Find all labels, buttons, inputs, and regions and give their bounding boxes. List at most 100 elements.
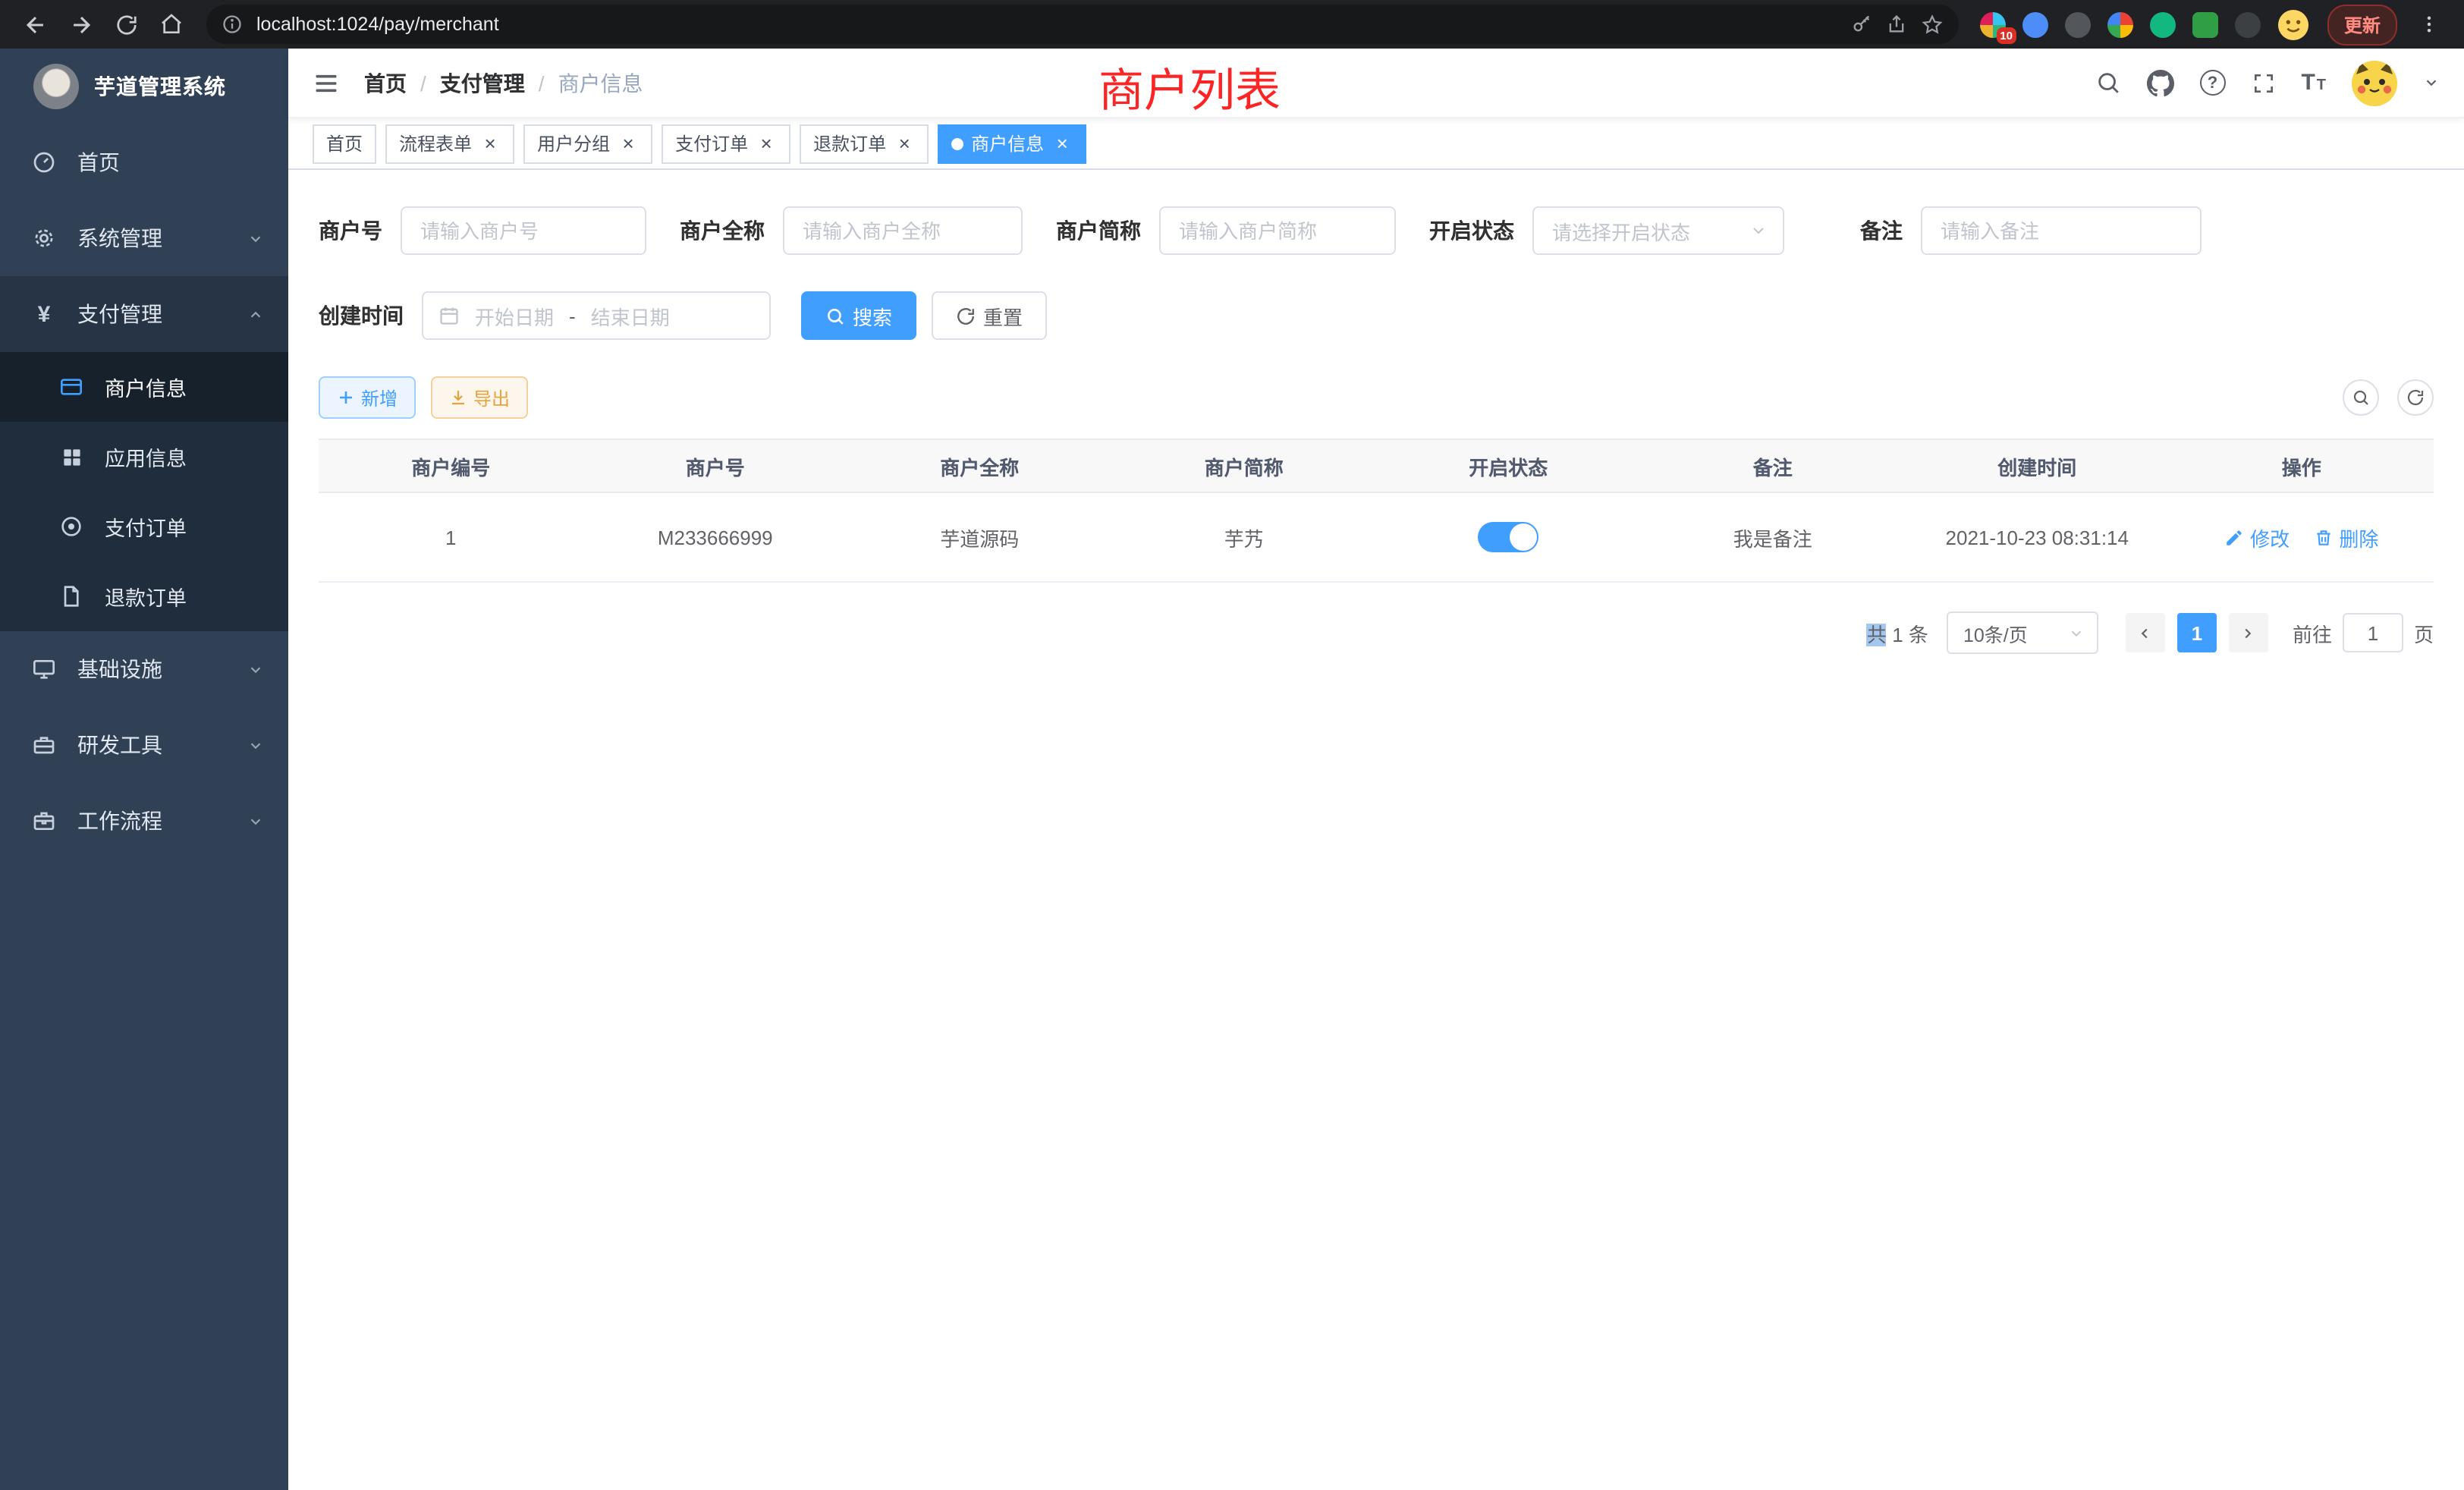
tab-label: 首页 <box>326 130 363 156</box>
address-bar[interactable]: localhost:1024/pay/merchant <box>206 5 1959 44</box>
total-prefix: 共 <box>1867 623 1887 646</box>
hamburger-icon[interactable] <box>313 69 340 96</box>
share-icon[interactable] <box>1886 14 1907 35</box>
pencil-icon <box>2224 527 2244 547</box>
sidebar-item-home[interactable]: 首页 <box>0 124 288 200</box>
toggle-search-button[interactable] <box>2343 379 2379 416</box>
sidebar-item-payment[interactable]: ¥ 支付管理 <box>0 276 288 352</box>
filter-create-time: 创建时间 开始日期 - 结束日期 <box>319 291 771 340</box>
dashboard-icon <box>30 150 58 174</box>
filter-status: 开启状态 请选择开启状态 <box>1429 206 1784 255</box>
tab-payment-order[interactable]: 支付订单 × <box>662 124 790 163</box>
sidebar-item-merchant-info[interactable]: 商户信息 <box>0 352 288 422</box>
short-name-input[interactable] <box>1159 206 1396 255</box>
password-key-icon[interactable] <box>1851 14 1872 35</box>
delete-button[interactable]: 删除 <box>2313 523 2378 552</box>
refresh-table-button[interactable] <box>2397 379 2434 416</box>
remark-input[interactable] <box>1921 206 2202 255</box>
close-icon[interactable]: × <box>894 133 915 154</box>
arrow-left-icon <box>22 11 48 37</box>
extension-icon-slack[interactable]: 10 <box>1980 11 2006 37</box>
sidebar-item-dev-tools[interactable]: 研发工具 <box>0 707 288 783</box>
goto-unit: 页 <box>2414 618 2434 647</box>
tab-home[interactable]: 首页 <box>313 124 376 163</box>
full-name-input[interactable] <box>783 206 1023 255</box>
search-button[interactable]: 搜索 <box>801 291 916 340</box>
create-time-range-picker[interactable]: 开始日期 - 结束日期 <box>422 291 771 340</box>
page-annotation: 商户列表 <box>1098 53 1281 120</box>
github-icon[interactable] <box>2146 69 2173 96</box>
browser-update-button[interactable]: 更新 <box>2327 4 2397 45</box>
browser-forward-button[interactable] <box>61 5 100 44</box>
filter-row-2: 创建时间 开始日期 - 结束日期 搜索 <box>319 291 2434 340</box>
reset-button[interactable]: 重置 <box>932 291 1047 340</box>
menu-label: 研发工具 <box>77 730 235 760</box>
filter-row-1: 商户号 商户全称 商户简称 开启状态 请选择开启状态 <box>319 206 2434 255</box>
cell-actions: 修改 删除 <box>2170 492 2434 582</box>
site-info-icon[interactable] <box>222 14 243 35</box>
sidebar-item-infrastructure[interactable]: 基础设施 <box>0 631 288 707</box>
tab-merchant-info[interactable]: 商户信息 × <box>938 124 1086 163</box>
menu-label: 退款订单 <box>105 581 264 611</box>
goto-page-input[interactable] <box>2343 613 2403 652</box>
sidebar: 芋道管理系统 首页 系统管理 <box>0 49 288 1490</box>
tab-refund-order[interactable]: 退款订单 × <box>800 124 929 163</box>
browser-back-button[interactable] <box>15 5 55 44</box>
breadcrumb-payment[interactable]: 支付管理 <box>440 68 525 98</box>
tab-label: 支付订单 <box>675 130 748 156</box>
search-icon[interactable] <box>2095 70 2120 96</box>
tab-user-group[interactable]: 用户分组 × <box>523 124 652 163</box>
extension-icon-blue[interactable] <box>2022 11 2048 37</box>
sidebar-item-payment-order[interactable]: 支付订单 <box>0 492 288 561</box>
menu-label: 商户信息 <box>105 372 264 402</box>
browser-home-button[interactable] <box>152 5 191 44</box>
close-icon[interactable]: × <box>756 133 777 154</box>
date-start-placeholder[interactable]: 开始日期 <box>475 301 554 330</box>
page-1-button[interactable]: 1 <box>2177 613 2217 652</box>
breadcrumb-current: 商户信息 <box>558 68 643 98</box>
extension-icon-dark[interactable] <box>2235 11 2261 37</box>
status-toggle[interactable] <box>1478 522 1538 552</box>
column-header: 创建时间 <box>1905 439 2170 492</box>
menu-label: 应用信息 <box>105 442 264 472</box>
browser-refresh-button[interactable] <box>106 5 146 44</box>
fullscreen-icon[interactable] <box>2251 71 2275 95</box>
merchant-no-input[interactable] <box>401 206 646 255</box>
font-size-icon[interactable]: TT <box>2301 70 2326 96</box>
column-header: 备注 <box>1641 439 1906 492</box>
date-end-placeholder[interactable]: 结束日期 <box>591 301 670 330</box>
extension-icon-gray[interactable] <box>2065 11 2091 37</box>
close-icon[interactable]: × <box>1051 133 1073 154</box>
export-button[interactable]: 导出 <box>431 376 528 419</box>
close-icon[interactable]: × <box>618 133 639 154</box>
filter-label: 商户号 <box>319 215 382 246</box>
extension-icon-green-square[interactable] <box>2192 11 2218 37</box>
tab-process-form[interactable]: 流程表单 × <box>385 124 514 163</box>
sidebar-item-app-info[interactable]: 应用信息 <box>0 422 288 492</box>
sidebar-item-refund-order[interactable]: 退款订单 <box>0 561 288 631</box>
column-header: 商户号 <box>583 439 848 492</box>
prev-page-button[interactable] <box>2126 613 2165 652</box>
next-page-button[interactable] <box>2229 613 2268 652</box>
chevron-left-icon <box>2137 624 2154 641</box>
bookmark-star-icon[interactable] <box>1921 13 1944 36</box>
browser-menu-icon[interactable] <box>2409 5 2449 44</box>
breadcrumb-home[interactable]: 首页 <box>364 68 407 98</box>
page-size-select[interactable]: 10条/页 <box>1947 611 2098 654</box>
browser-profile-avatar[interactable] <box>2277 8 2309 40</box>
close-icon[interactable]: × <box>479 133 501 154</box>
app-logo[interactable]: 芋道管理系统 <box>0 49 288 124</box>
sidebar-item-system[interactable]: 系统管理 <box>0 200 288 276</box>
cell-status <box>1376 492 1641 582</box>
column-header: 商户编号 <box>319 439 583 492</box>
extension-icon-multicolor[interactable] <box>2107 11 2133 37</box>
user-avatar[interactable] <box>2352 60 2397 105</box>
edit-button[interactable]: 修改 <box>2224 523 2290 552</box>
help-icon[interactable]: ? <box>2199 70 2225 96</box>
status-select[interactable]: 请选择开启状态 <box>1532 206 1784 255</box>
page-size-value: 10条/页 <box>1963 618 2028 647</box>
add-button[interactable]: 新增 <box>319 376 416 419</box>
chevron-down-icon[interactable] <box>2423 74 2440 91</box>
extension-icon-green[interactable] <box>2150 11 2176 37</box>
sidebar-item-workflow[interactable]: 工作流程 <box>0 783 288 859</box>
